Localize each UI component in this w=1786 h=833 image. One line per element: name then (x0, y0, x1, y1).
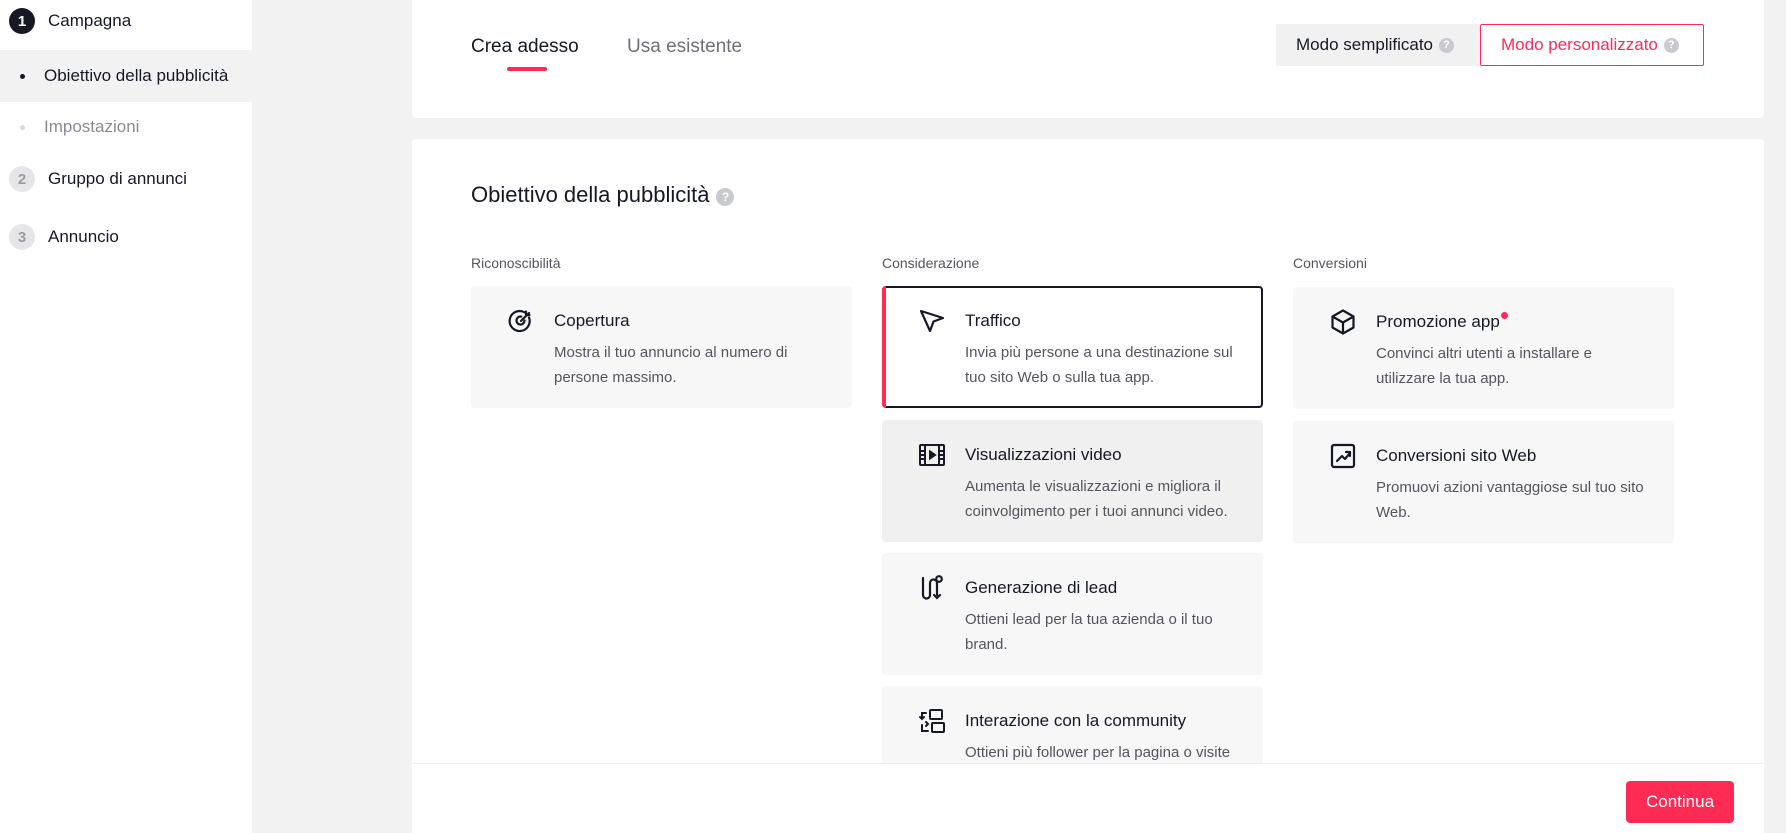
target-icon (507, 307, 535, 335)
card-description: Ottieni lead per la tua azienda o il tuo… (965, 611, 1213, 653)
help-icon[interactable]: ? (1663, 37, 1679, 53)
step-number-badge: 3 (9, 224, 35, 250)
step-gruppo-annunci[interactable]: 2 Gruppo di annunci (0, 166, 252, 192)
help-icon[interactable]: ? (716, 187, 735, 206)
card-title: Conversioni sito Web (1376, 446, 1537, 465)
box-icon (1329, 308, 1357, 336)
cursor-arrow-icon (918, 307, 946, 335)
objective-card-copertura[interactable]: Copertura Mostra il tuo annuncio al nume… (471, 286, 852, 408)
card-description: Aumenta le visualizzazioni e migliora il… (965, 478, 1228, 520)
mode-custom-button[interactable]: Modo personalizzato ? (1480, 24, 1704, 66)
objective-card-promozione-app[interactable]: Promozione app Convinci altri utenti a i… (1293, 287, 1674, 409)
step-annuncio[interactable]: 3 Annuncio (0, 224, 252, 250)
objective-card-generazione-lead[interactable]: Generazione di lead Ottieni lead per la … (882, 553, 1263, 675)
objective-card-visualizzazioni-video[interactable]: Visualizzazioni video Aumenta le visuali… (882, 420, 1263, 542)
step-label: Campagna (48, 11, 132, 30)
bullet-dot (20, 73, 25, 79)
tab-usa-esistente[interactable]: Usa esistente (627, 36, 742, 58)
bullet-dot (20, 124, 25, 130)
card-title: Generazione di lead (965, 578, 1118, 597)
mode-simplified-label: Modo semplificato (1296, 35, 1434, 54)
step-number-badge: 2 (9, 166, 35, 192)
column-label-riconoscibilita: Riconoscibilità (471, 255, 561, 271)
card-title: Interazione con la community (965, 711, 1187, 730)
selected-accent-bar (882, 286, 886, 408)
card-title: Promozione app (1376, 312, 1508, 332)
trend-chart-icon (1329, 442, 1357, 470)
continue-button[interactable]: Continua (1626, 781, 1734, 823)
card-description: Ottieni più follower per la pagina o vis… (965, 744, 1231, 761)
objective-panel: Obiettivo della pubblicità ? Riconoscibi… (412, 139, 1764, 833)
card-title: Copertura (554, 311, 630, 330)
card-description: Promuovi azioni vantaggiose sul tuo sito… (1376, 479, 1644, 521)
tab-crea-adesso[interactable]: Crea adesso (471, 36, 579, 58)
mode-custom-label: Modo personalizzato (1501, 35, 1658, 54)
section-title-text: Obiettivo della pubblicità (471, 182, 710, 207)
section-title: Obiettivo della pubblicità ? (471, 182, 735, 208)
card-title: Traffico (965, 311, 1021, 330)
mode-simplified-button[interactable]: Modo semplificato ? (1276, 24, 1480, 66)
film-icon (918, 441, 946, 469)
substep-label: Impostazioni (44, 117, 140, 136)
help-icon[interactable]: ? (1439, 37, 1455, 53)
funnel-path-icon (918, 574, 946, 602)
objective-card-traffico[interactable]: Traffico Invia più persone a una destina… (882, 286, 1263, 408)
new-badge-dot (1500, 312, 1508, 319)
step-number-badge: 1 (9, 8, 35, 34)
sidebar: 1 Campagna Obiettivo della pubblicità Im… (0, 0, 252, 833)
substep-obiettivo[interactable]: Obiettivo della pubblicità (0, 50, 252, 102)
objective-card-conversioni-sito-web[interactable]: Conversioni sito Web Promuovi azioni van… (1293, 421, 1674, 543)
card-title-text: Promozione app (1376, 312, 1500, 331)
column-label-conversioni: Conversioni (1293, 255, 1367, 271)
card-description: Invia più persone a una destinazione sul… (965, 344, 1233, 386)
substep-impostazioni[interactable]: Impostazioni (0, 101, 252, 153)
step-label: Gruppo di annunci (48, 169, 187, 188)
footer-bar: Continua (412, 763, 1764, 833)
community-swap-icon (918, 707, 946, 735)
step-label: Annuncio (48, 227, 119, 246)
card-description: Mostra il tuo annuncio al numero di pers… (554, 344, 788, 386)
creation-mode-panel: Crea adesso Usa esistente Modo semplific… (412, 0, 1764, 118)
substep-label: Obiettivo della pubblicità (44, 66, 229, 85)
step-campagna[interactable]: 1 Campagna (0, 8, 252, 34)
card-title: Visualizzazioni video (965, 445, 1122, 464)
card-description: Convinci altri utenti a installare e uti… (1376, 345, 1592, 387)
column-label-considerazione: Considerazione (882, 255, 980, 271)
active-tab-indicator (507, 67, 547, 71)
